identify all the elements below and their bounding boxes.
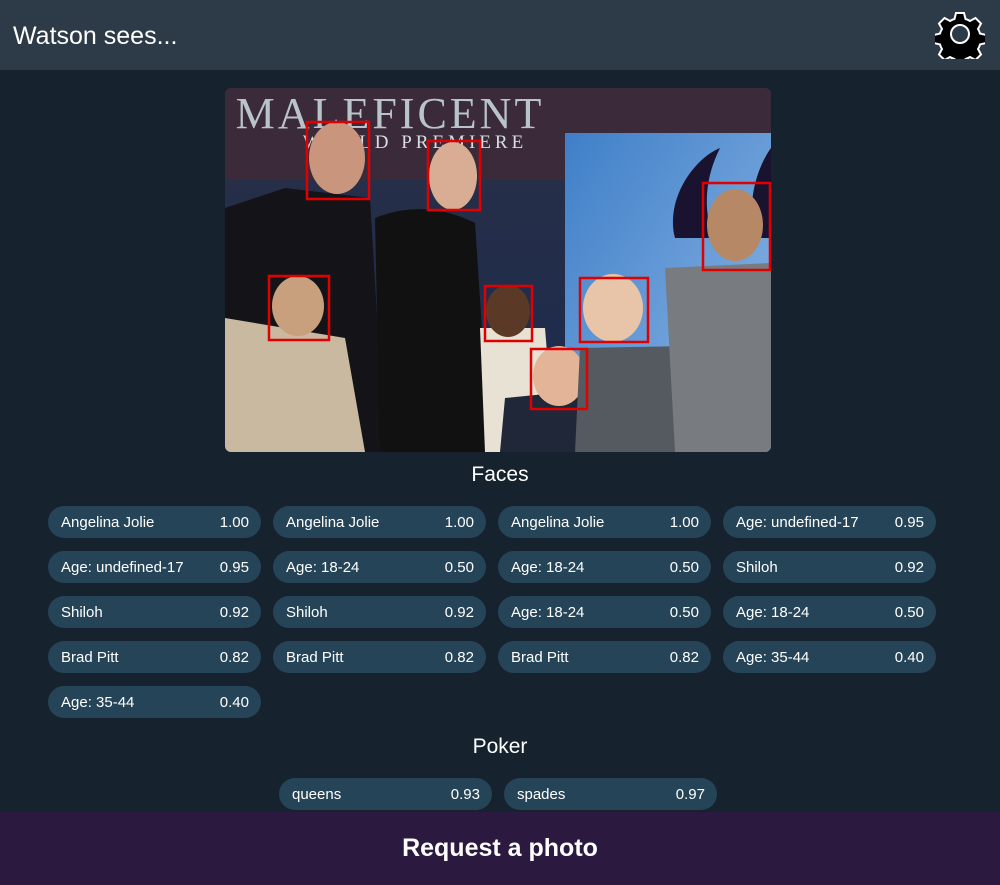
result-score: 0.50 <box>669 603 699 621</box>
result-label: Age: 18-24 <box>511 558 585 576</box>
result-score: 0.50 <box>444 558 474 576</box>
result-score: 0.97 <box>675 785 705 803</box>
page-title: Watson sees... <box>13 22 178 50</box>
result-score: 0.92 <box>894 558 924 576</box>
result-pill[interactable]: Age: 35-44 0.40 <box>48 686 261 718</box>
result-score: 1.00 <box>444 513 474 531</box>
result-score: 0.95 <box>219 558 249 576</box>
result-score: 0.92 <box>444 603 474 621</box>
result-label: Shiloh <box>286 603 328 621</box>
result-score: 1.00 <box>219 513 249 531</box>
result-label: Age: 18-24 <box>736 603 810 621</box>
result-pill[interactable]: Shiloh 0.92 <box>48 596 261 628</box>
result-label: Age: undefined-17 <box>61 558 184 576</box>
banner-title: MALEFICENT <box>236 89 545 138</box>
result-score: 0.95 <box>894 513 924 531</box>
result-label: spades <box>517 785 566 803</box>
result-pill[interactable]: Age: 18-24 0.50 <box>273 551 486 583</box>
result-pill[interactable]: Brad Pitt 0.82 <box>273 641 486 673</box>
result-label: Angelina Jolie <box>511 513 605 531</box>
result-score: 0.50 <box>669 558 699 576</box>
result-score: 0.93 <box>450 785 480 803</box>
result-pill[interactable]: Angelina Jolie 1.00 <box>273 506 486 538</box>
result-pill[interactable]: Angelina Jolie 1.00 <box>498 506 711 538</box>
result-pill[interactable]: Age: 18-24 0.50 <box>498 551 711 583</box>
result-pill[interactable]: Shiloh 0.92 <box>273 596 486 628</box>
result-pill[interactable]: queens 0.93 <box>279 778 492 810</box>
result-label: Age: 18-24 <box>511 603 585 621</box>
result-pill[interactable]: Brad Pitt 0.82 <box>498 641 711 673</box>
faces-heading: Faces <box>471 463 529 486</box>
result-label: Angelina Jolie <box>286 513 380 531</box>
result-label: queens <box>292 785 342 803</box>
result-score: 0.40 <box>894 648 924 666</box>
result-label: Angelina Jolie <box>61 513 155 531</box>
result-pill[interactable]: Brad Pitt 0.82 <box>48 641 261 673</box>
result-label: Brad Pitt <box>61 648 119 666</box>
result-score: 0.82 <box>219 648 249 666</box>
result-pill[interactable]: Age: undefined-17 0.95 <box>48 551 261 583</box>
result-pill[interactable]: spades 0.97 <box>504 778 717 810</box>
result-score: 0.40 <box>219 693 249 711</box>
result-label: Age: undefined-17 <box>736 513 859 531</box>
result-pill[interactable]: Shiloh 0.92 <box>723 551 936 583</box>
result-pill[interactable]: Angelina Jolie 1.00 <box>48 506 261 538</box>
result-label: Shiloh <box>61 603 103 621</box>
result-label: Brad Pitt <box>511 648 569 666</box>
result-label: Brad Pitt <box>286 648 344 666</box>
analyzed-photo: MALEFICENT WORLD PREMIERE <box>225 88 771 452</box>
faces-results: Angelina Jolie 1.00 Angelina Jolie 1.00 Ange… <box>48 506 938 718</box>
result-score: 0.82 <box>669 648 699 666</box>
request-photo-button[interactable]: Request a photo <box>0 812 1000 885</box>
result-pill[interactable]: Age: undefined-17 0.95 <box>723 506 936 538</box>
result-score: 1.00 <box>669 513 699 531</box>
result-pill[interactable]: Age: 35-44 0.40 <box>723 641 936 673</box>
poker-heading: Poker <box>472 735 528 758</box>
result-score: 0.82 <box>444 648 474 666</box>
result-score: 0.50 <box>894 603 924 621</box>
result-pill[interactable]: Age: 18-24 0.50 <box>498 596 711 628</box>
result-label: Age: 18-24 <box>286 558 360 576</box>
result-pill[interactable]: Age: 18-24 0.50 <box>723 596 936 628</box>
result-label: Shiloh <box>736 558 778 576</box>
result-label: Age: 35-44 <box>736 648 810 666</box>
header-bar: Watson sees... <box>0 0 1000 70</box>
gear-icon[interactable] <box>933 9 987 66</box>
result-label: Age: 35-44 <box>61 693 135 711</box>
result-score: 0.92 <box>219 603 249 621</box>
poker-results: queens 0.93 spades 0.97 <box>279 778 717 810</box>
